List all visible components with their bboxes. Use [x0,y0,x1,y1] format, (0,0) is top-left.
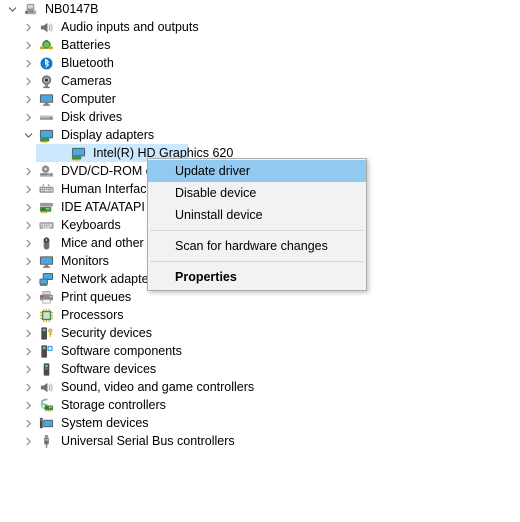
tree-node-label: Monitors [61,254,109,268]
security-device-icon [36,324,56,342]
chevron-right-icon[interactable] [20,252,36,270]
tree-node-label: Computer [61,92,116,106]
chevron-right-icon[interactable] [20,198,36,216]
tree-node-label: Universal Serial Bus controllers [61,434,235,448]
camera-icon [36,72,56,90]
chevron-right-icon[interactable] [20,90,36,108]
tree-node[interactable]: System devices [0,414,520,432]
chevron-right-icon[interactable] [20,36,36,54]
menu-item-uninstall-device[interactable]: Uninstall device [148,204,366,226]
network-adapter-icon [36,270,56,288]
tree-node-label: Software components [61,344,182,358]
battery-icon [36,36,56,54]
display-adapter-icon [36,126,56,144]
tree-node[interactable]: Storage controllers [0,396,520,414]
system-device-icon [36,414,56,432]
ide-controller-icon [36,198,56,216]
menu-item-disable-device[interactable]: Disable device [148,182,366,204]
bluetooth-icon [36,54,56,72]
menu-item-properties[interactable]: Properties [148,266,366,288]
chevron-right-icon[interactable] [20,396,36,414]
tree-node[interactable]: Computer [0,90,520,108]
chevron-right-icon[interactable] [20,342,36,360]
tree-node[interactable]: Bluetooth [0,54,520,72]
tree-node[interactable]: Display adapters [0,126,520,144]
tree-node-label: Audio inputs and outputs [61,20,199,34]
tree-node-label: Software devices [61,362,157,376]
tree-node[interactable]: Sound, video and game controllers [0,378,520,396]
monitor-icon [36,252,56,270]
tree-node-label: Processors [61,308,124,322]
speaker-icon [36,378,56,396]
chevron-right-icon[interactable] [20,270,36,288]
chevron-right-icon[interactable] [20,18,36,36]
tree-node-label: Cameras [61,74,112,88]
chevron-right-icon[interactable] [20,324,36,342]
tree-node[interactable]: Software devices [0,360,520,378]
tree-node[interactable]: Universal Serial Bus controllers [0,432,520,450]
chevron-right-icon[interactable] [20,180,36,198]
chevron-right-icon[interactable] [20,378,36,396]
tree-node[interactable]: Audio inputs and outputs [0,18,520,36]
tree-node[interactable]: Processors [0,306,520,324]
monitor-icon [36,90,56,108]
chevron-right-icon[interactable] [20,414,36,432]
chevron-right-icon[interactable] [20,108,36,126]
menu-item-scan-for-hardware-changes[interactable]: Scan for hardware changes [148,235,366,257]
menu-separator [150,261,364,262]
tree-node-label: System devices [61,416,149,430]
menu-separator [150,230,364,231]
tree-node-label: Storage controllers [61,398,166,412]
printer-icon [36,288,56,306]
chevron-right-icon[interactable] [20,234,36,252]
hid-icon [36,180,56,198]
disk-drive-icon [36,108,56,126]
tree-node-label: Bluetooth [61,56,114,70]
menu-item-update-driver[interactable]: Update driver [148,160,366,182]
tree-node-label: Disk drives [61,110,123,124]
chevron-right-icon[interactable] [20,360,36,378]
chevron-right-icon[interactable] [20,72,36,90]
tree-node-label: Keyboards [61,218,121,232]
tree-node-label: Security devices [61,326,153,340]
computer-root-icon [20,0,40,18]
tree-node-label: Print queues [61,290,132,304]
processor-icon [36,306,56,324]
tree-node-label: Display adapters [61,128,155,142]
usb-icon [36,432,56,450]
chevron-right-icon[interactable] [20,54,36,72]
chevron-down-icon[interactable] [4,0,20,18]
chevron-right-icon[interactable] [20,162,36,180]
tree-node[interactable]: Cameras [0,72,520,90]
dvd-drive-icon [36,162,56,180]
tree-node-label: NB0147B [45,2,99,16]
speaker-icon [36,18,56,36]
keyboard-icon [36,216,56,234]
tree-node-label: Network adapters [61,272,159,286]
software-component-icon [36,342,56,360]
chevron-down-icon[interactable] [20,126,36,144]
chevron-right-icon[interactable] [20,216,36,234]
display-adapter-icon [68,144,88,162]
mouse-icon [36,234,56,252]
context-menu[interactable]: Update driver Disable device Uninstall dev… [147,158,367,291]
tree-node[interactable]: Security devices [0,324,520,342]
storage-controller-icon [36,396,56,414]
tree-node-label: Sound, video and game controllers [61,380,255,394]
chevron-right-icon[interactable] [20,432,36,450]
tree-node[interactable]: Disk drives [0,108,520,126]
tree-node[interactable]: Software components [0,342,520,360]
tree-node-label: Batteries [61,38,111,52]
chevron-right-icon[interactable] [20,306,36,324]
chevron-right-icon[interactable] [20,288,36,306]
software-device-icon [36,360,56,378]
tree-root-node[interactable]: NB0147B [0,0,520,18]
tree-node[interactable]: Batteries [0,36,520,54]
